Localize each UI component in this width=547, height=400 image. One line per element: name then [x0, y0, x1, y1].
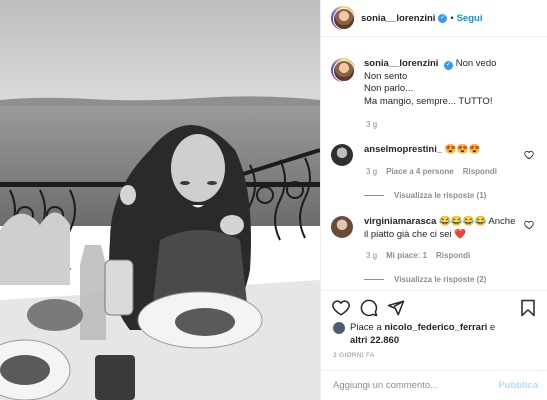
bookmark-icon[interactable] [519, 299, 537, 317]
post-side-panel: sonia__lorenzini ✓ • Segui sonia__lorenz… [320, 0, 547, 400]
comment-item: anselmoprestini_ 😍😍😍 [331, 144, 480, 166]
like-comment-heart-icon[interactable] [524, 220, 534, 230]
comments-list[interactable]: sonia__lorenzini ✓ Non vedo Non sento No… [321, 46, 547, 286]
reply-button[interactable]: Rispondi [463, 167, 497, 176]
comment-input[interactable]: Aggiungi un commento... [333, 380, 438, 391]
comment-body: 😍😍😍 [444, 144, 481, 155]
likes-text: Piace a nicolo_federico_ferrari e altri … [350, 322, 495, 347]
post-actions [321, 290, 547, 320]
post-header: sonia__lorenzini ✓ • Segui [321, 0, 547, 37]
view-replies-label: Visualizza le risposte (2) [394, 275, 487, 284]
publish-button[interactable]: Pubblica [498, 380, 538, 391]
caption: sonia__lorenzini ✓ Non vedo Non sento No… [331, 58, 496, 108]
heart-icon[interactable] [332, 299, 350, 317]
likes-prefix: Piace a [350, 322, 385, 333]
caption-line: Non parlo... [364, 83, 414, 94]
caption-line: Non vedo [455, 58, 497, 69]
reply-button[interactable]: Rispondi [436, 251, 470, 260]
commenter-avatar[interactable] [331, 144, 353, 166]
likes-count[interactable]: 22.860 [370, 335, 399, 346]
caption-meta: 3 g [366, 120, 377, 129]
caption-username[interactable]: sonia__lorenzini [364, 58, 438, 69]
comment-text: anselmoprestini_ 😍😍😍 [364, 144, 480, 166]
likes-others-prefix[interactable]: altri [350, 335, 370, 346]
verified-icon: ✓ [438, 13, 448, 23]
comment-item: virginiamarasca 😂😂😂😂 Anche il piatto già… [331, 216, 515, 241]
comment-meta: 3 g Mi piace: 1 Rispondi [366, 251, 470, 260]
caption-text: sonia__lorenzini ✓ Non vedo Non sento No… [364, 58, 496, 108]
comment-meta: 3 g Piace a 4 persone Rispondi [366, 167, 497, 176]
like-comment-heart-icon[interactable] [524, 150, 534, 160]
comment-age[interactable]: 3 g [366, 251, 377, 260]
liker-avatar[interactable] [333, 322, 345, 334]
post-photo[interactable] [0, 0, 320, 400]
add-comment-bar: Aggiungi un commento... Pubblica [321, 370, 547, 400]
replies-line [364, 195, 384, 196]
photo-illustration [0, 0, 320, 400]
likes-suffix: e [487, 322, 496, 333]
caption-line: Ma mangio, sempre... TUTTO! [364, 95, 493, 107]
commenter-avatar[interactable] [331, 216, 353, 238]
post-time[interactable]: 3 GIORNI FA [333, 352, 375, 359]
comment-likes[interactable]: Piace a 4 persone [386, 167, 454, 176]
comment-body: 😂😂😂😂 Anche [439, 216, 516, 227]
header-username[interactable]: sonia__lorenzini [361, 13, 435, 24]
share-icon[interactable] [387, 299, 405, 317]
comment-body: il piatto già che ci sei ❤️ [364, 228, 467, 240]
caption-age[interactable]: 3 g [366, 120, 377, 129]
caption-avatar[interactable] [331, 58, 355, 82]
separator-dot: • [450, 13, 454, 23]
comment-text: virginiamarasca 😂😂😂😂 Anche il piatto già… [364, 216, 515, 241]
comment-icon[interactable] [360, 299, 378, 317]
author-avatar[interactable] [331, 6, 355, 30]
view-replies[interactable]: Visualizza le risposte (2) [364, 275, 486, 284]
comment-likes[interactable]: Mi piace: 1 [386, 251, 427, 260]
caption-line: Non sento [364, 70, 408, 82]
replies-line [364, 279, 384, 280]
verified-icon: ✓ [444, 60, 454, 70]
liker-username[interactable]: nicolo_federico_ferrari [384, 322, 487, 333]
commenter-username[interactable]: virginiamarasca [364, 216, 436, 227]
follow-button[interactable]: Segui [457, 13, 483, 24]
comment-age[interactable]: 3 g [366, 167, 377, 176]
view-replies-label: Visualizza le risposte (1) [394, 191, 487, 200]
commenter-username[interactable]: anselmoprestini_ [364, 144, 442, 155]
likes-summary: Piace a nicolo_federico_ferrari e altri … [333, 322, 495, 347]
view-replies[interactable]: Visualizza le risposte (1) [364, 191, 486, 200]
